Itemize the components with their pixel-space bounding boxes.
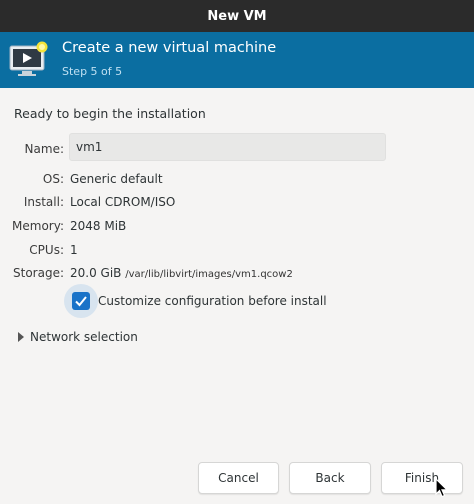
cancel-button[interactable]: Cancel — [198, 462, 279, 494]
storage-size: 20.0 GiB — [70, 266, 122, 280]
network-selection-label: Network selection — [30, 330, 138, 344]
memory-value: 2048 MiB — [70, 219, 127, 233]
customize-checkbox-label[interactable]: Customize configuration before install — [98, 294, 327, 308]
window-titlebar[interactable]: New VM — [0, 0, 474, 32]
storage-path: /var/lib/libvirt/images/vm1.qcow2 — [125, 269, 293, 280]
name-label: Name: — [24, 142, 64, 156]
customize-checkbox[interactable] — [72, 292, 90, 310]
triangle-right-icon — [18, 332, 24, 342]
vm-name-input[interactable] — [69, 133, 386, 161]
banner-title: Create a new virtual machine — [62, 40, 277, 56]
window-title: New VM — [207, 8, 267, 24]
os-label: OS: — [42, 172, 64, 186]
banner-step: Step 5 of 5 — [62, 65, 123, 78]
mouse-pointer-icon — [435, 477, 449, 502]
monitor-play-icon — [8, 40, 50, 80]
memory-label: Memory: — [12, 219, 64, 233]
check-icon — [75, 296, 87, 307]
os-value: Generic default — [70, 172, 163, 186]
network-selection-expander[interactable]: Network selection — [18, 330, 138, 344]
cpus-label: CPUs: — [29, 243, 64, 257]
storage-value: 20.0 GiB /var/lib/libvirt/images/vm1.qco… — [70, 266, 293, 280]
back-button[interactable]: Back — [289, 462, 371, 494]
install-label: Install: — [23, 195, 64, 209]
finish-button[interactable]: Finish — [381, 462, 463, 494]
wizard-banner: Create a new virtual machine Step 5 of 5 — [0, 32, 474, 88]
storage-label: Storage: — [13, 266, 64, 280]
install-value: Local CDROM/ISO — [70, 195, 176, 209]
ready-heading: Ready to begin the installation — [14, 106, 206, 121]
cpus-value: 1 — [70, 243, 78, 257]
